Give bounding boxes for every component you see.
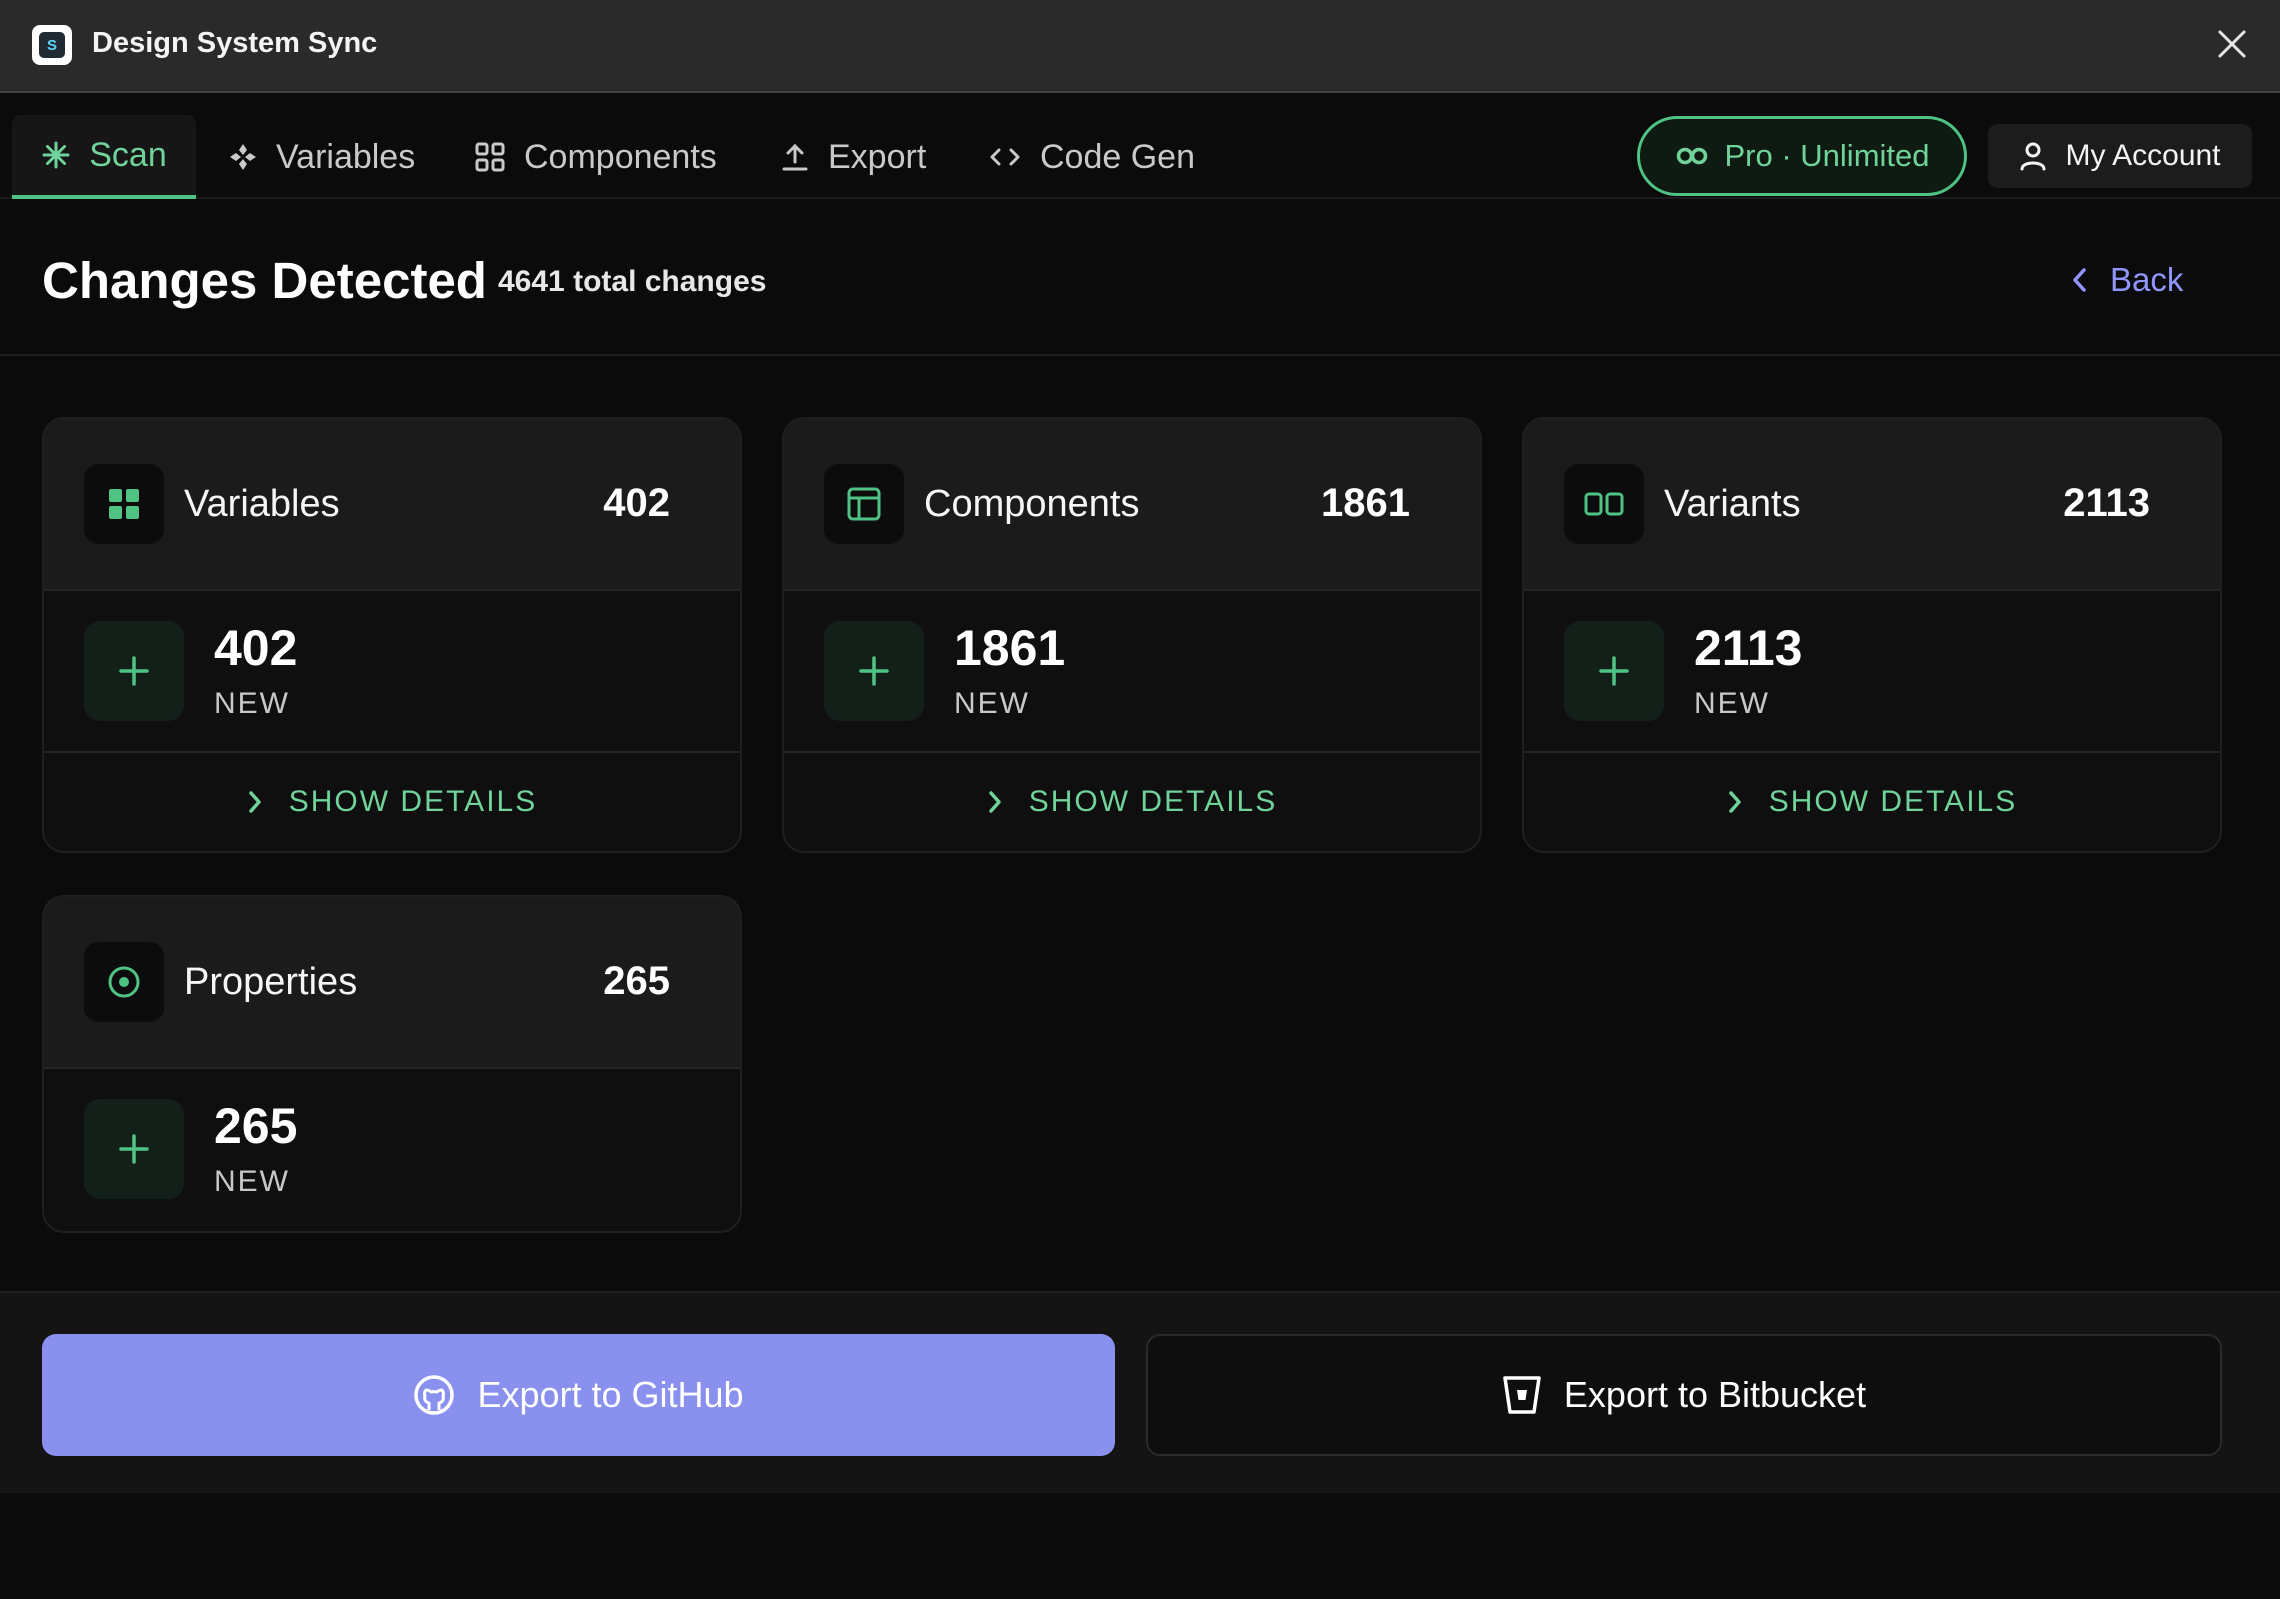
bitbucket-icon [1503,1376,1541,1414]
layout-icon [824,464,904,544]
app-window: S Design System Sync Scan Variables Comp… [0,0,2280,1599]
tab-label: Scan [89,135,167,174]
app-logo: S [32,25,72,65]
export-github-button[interactable]: Export to GitHub [42,1334,1115,1456]
new-count: 2113 [1694,620,1803,676]
app-logo-letter: S [39,32,65,58]
tab-variables[interactable]: Variables [228,115,415,199]
card-title: Variables [184,483,340,525]
new-count: 402 [214,620,298,676]
card-header: Variables 402 [44,419,740,591]
code-icon [990,148,1020,166]
show-details-button[interactable]: SHOW DETAILS [1524,753,2220,851]
plus-icon [84,1099,184,1199]
card-stat: 402 NEW [44,591,740,753]
new-count: 265 [214,1098,298,1154]
my-account-button[interactable]: My Account [1988,124,2252,188]
card-header: Properties 265 [44,897,740,1069]
card-components: Components 1861 1861 NEW SHOW DETAILS [782,417,1482,853]
new-label: NEW [1694,687,1770,720]
card-count: 402 [603,481,670,525]
card-count: 265 [603,959,670,1003]
target-icon [84,942,164,1022]
back-button[interactable]: Back [2070,255,2183,305]
plus-icon [824,621,924,721]
export-github-label: Export to GitHub [477,1374,744,1415]
total-changes-count: 4641 total changes [498,265,767,298]
plan-label: Pro · Unlimited [1724,138,1930,173]
show-details-button[interactable]: SHOW DETAILS [44,753,740,851]
variables-grid-icon [84,464,164,544]
card-properties: Properties 265 265 NEW [42,895,742,1233]
tab-label: Components [524,137,717,176]
tab-components[interactable]: Components [474,115,717,199]
upload-icon [782,143,808,171]
card-variables: Variables 402 402 NEW SHOW DETAILS [42,417,742,853]
page-header: Changes Detected 4641 total changes Back [0,201,2280,356]
account-label: My Account [2065,139,2221,172]
chevron-right-icon [1729,791,1741,813]
tab-bar: Scan Variables Components Export Code Ge… [0,95,2280,199]
footer-actions: Export to GitHub Export to Bitbucket [0,1291,2280,1493]
tab-code-gen[interactable]: Code Gen [988,115,1195,199]
plan-badge[interactable]: Pro · Unlimited [1637,116,1967,196]
show-details-button[interactable]: SHOW DETAILS [784,753,1480,851]
export-bitbucket-label: Export to Bitbucket [1563,1374,1867,1415]
page-title: Changes Detected [42,252,487,309]
tab-label: Export [828,137,927,176]
user-icon [2020,142,2046,171]
new-label: NEW [214,1165,290,1198]
tab-scan[interactable]: Scan [12,115,196,199]
components-grid-icon [475,142,505,172]
github-icon [414,1375,455,1415]
show-details-label: SHOW DETAILS [288,785,538,818]
card-count: 2113 [2063,481,2150,525]
tab-label: Code Gen [1040,137,1195,176]
export-bitbucket-button[interactable]: Export to Bitbucket [1146,1334,2222,1456]
close-button[interactable] [2212,24,2252,64]
card-title: Properties [184,961,358,1003]
chevron-left-icon [2073,268,2086,292]
app-title: Design System Sync [92,27,378,59]
sparkle-icon [42,141,70,169]
card-title: Components [924,483,1140,525]
new-label: NEW [214,687,290,720]
plus-icon [1564,621,1664,721]
tab-label: Variables [276,137,416,176]
chevron-right-icon [989,791,1001,813]
new-label: NEW [954,687,1030,720]
tab-export[interactable]: Export [780,115,926,199]
card-count: 1861 [1321,481,1410,525]
card-header: Variants 2113 [1524,419,2220,591]
close-icon [2218,30,2246,58]
card-stat: 2113 NEW [1524,591,2220,753]
variables-icon [230,144,256,170]
back-label: Back [2110,261,2184,298]
infinity-icon [1676,147,1707,165]
card-header: Components 1861 [784,419,1480,591]
card-variants: Variants 2113 2113 NEW SHOW DETAILS [1522,417,2222,853]
card-stat: 1861 NEW [784,591,1480,753]
variants-icon [1564,464,1644,544]
new-count: 1861 [954,620,1066,676]
show-details-label: SHOW DETAILS [1028,785,1278,818]
chevron-right-icon [249,791,261,813]
title-bar: S Design System Sync [0,0,2280,93]
card-stat: 265 NEW [44,1069,740,1231]
show-details-label: SHOW DETAILS [1768,785,2018,818]
plus-icon [84,621,184,721]
card-title: Variants [1664,483,1801,525]
